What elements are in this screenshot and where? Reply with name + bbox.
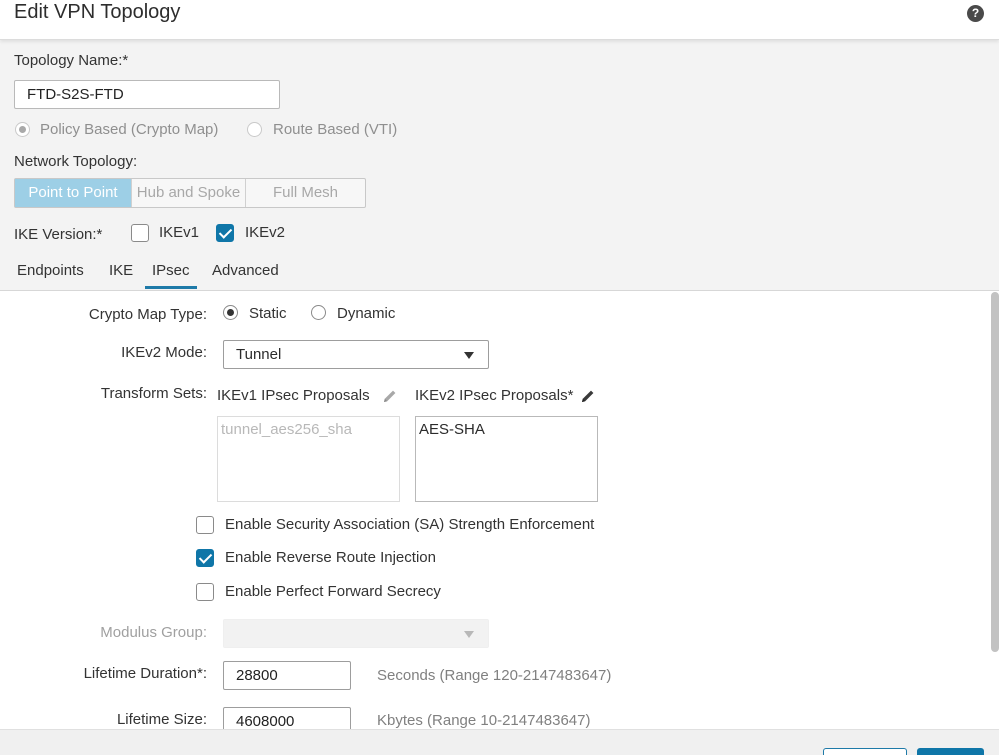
tab-ipsec[interactable]: IPsec bbox=[145, 262, 197, 289]
policy-based-label: Policy Based (Crypto Map) bbox=[40, 121, 219, 138]
dynamic-label: Dynamic bbox=[337, 305, 396, 322]
dialog-titlebar: Edit VPN Topology ? bbox=[0, 0, 999, 40]
lifetime-duration-hint: Seconds (Range 120-2147483647) bbox=[377, 667, 612, 684]
lifetime-duration-input[interactable]: 28800 bbox=[223, 661, 351, 690]
chevron-down-icon bbox=[464, 351, 474, 359]
topology-name-label: Topology Name:* bbox=[14, 52, 129, 69]
pencil-icon[interactable] bbox=[580, 388, 596, 404]
network-topology-segmented: Point to Point Hub and Spoke Full Mesh bbox=[14, 178, 366, 208]
ikev2-proposals-label: IKEv2 IPsec Proposals* bbox=[415, 387, 574, 404]
ikev2-mode-label: IKEv2 Mode: bbox=[121, 344, 207, 361]
lifetime-duration-label: Lifetime Duration*: bbox=[83, 665, 207, 682]
pencil-icon[interactable] bbox=[382, 388, 398, 404]
tab-advanced[interactable]: Advanced bbox=[212, 262, 279, 279]
tab-endpoints[interactable]: Endpoints bbox=[17, 262, 84, 279]
cancel-button[interactable] bbox=[823, 748, 907, 755]
topology-name-input[interactable]: FTD-S2S-FTD bbox=[14, 80, 280, 109]
transform-sets-label: Transform Sets: bbox=[100, 385, 207, 402]
ikev2-mode-value: Tunnel bbox=[236, 346, 282, 363]
chevron-down-icon bbox=[464, 630, 474, 638]
ikev2-proposals-list[interactable]: AES-SHA bbox=[415, 416, 598, 502]
policy-based-radio[interactable] bbox=[15, 122, 30, 137]
list-item: tunnel_aes256_sha bbox=[221, 421, 352, 438]
modulus-group-label: Modulus Group: bbox=[100, 624, 207, 641]
ikev1-proposals-label: IKEv1 IPsec Proposals bbox=[217, 387, 370, 404]
dialog-title: Edit VPN Topology bbox=[14, 1, 181, 23]
dynamic-radio[interactable] bbox=[311, 305, 326, 320]
ikev1-proposals-list: tunnel_aes256_sha bbox=[217, 416, 400, 502]
sa-strength-label: Enable Security Association (SA) Strengt… bbox=[225, 516, 595, 533]
static-radio[interactable] bbox=[223, 305, 238, 320]
lifetime-size-hint: Kbytes (Range 10-2147483647) bbox=[377, 712, 591, 729]
ikev1-label: IKEv1 bbox=[159, 224, 200, 241]
perfect-forward-secrecy-label: Enable Perfect Forward Secrecy bbox=[225, 583, 441, 600]
list-item[interactable]: AES-SHA bbox=[419, 421, 594, 438]
help-icon[interactable]: ? bbox=[967, 5, 984, 22]
panel-scrollbar[interactable] bbox=[991, 292, 999, 652]
ike-version-label: IKE Version:* bbox=[14, 226, 103, 243]
network-topology-label: Network Topology: bbox=[14, 153, 138, 170]
ikev2-checkbox[interactable] bbox=[216, 224, 234, 242]
perfect-forward-secrecy-checkbox[interactable] bbox=[196, 583, 214, 601]
full-mesh-option[interactable]: Full Mesh bbox=[246, 179, 365, 207]
ikev2-label: IKEv2 bbox=[245, 224, 286, 241]
lifetime-size-label: Lifetime Size: bbox=[116, 711, 207, 728]
tab-ike[interactable]: IKE bbox=[109, 262, 133, 279]
route-based-radio[interactable] bbox=[247, 122, 262, 137]
point-to-point-option[interactable]: Point to Point bbox=[15, 179, 132, 207]
crypto-map-type-label: Crypto Map Type: bbox=[88, 306, 207, 323]
sa-strength-checkbox[interactable] bbox=[196, 516, 214, 534]
ikev1-checkbox[interactable] bbox=[131, 224, 149, 242]
modulus-group-select bbox=[223, 619, 489, 648]
hub-and-spoke-option[interactable]: Hub and Spoke bbox=[132, 179, 246, 207]
reverse-route-injection-checkbox[interactable] bbox=[196, 549, 214, 567]
static-label: Static bbox=[249, 305, 287, 322]
ikev2-mode-select[interactable]: Tunnel bbox=[223, 340, 489, 369]
reverse-route-injection-label: Enable Reverse Route Injection bbox=[225, 549, 436, 566]
save-button[interactable] bbox=[917, 748, 984, 755]
route-based-label: Route Based (VTI) bbox=[273, 121, 398, 138]
